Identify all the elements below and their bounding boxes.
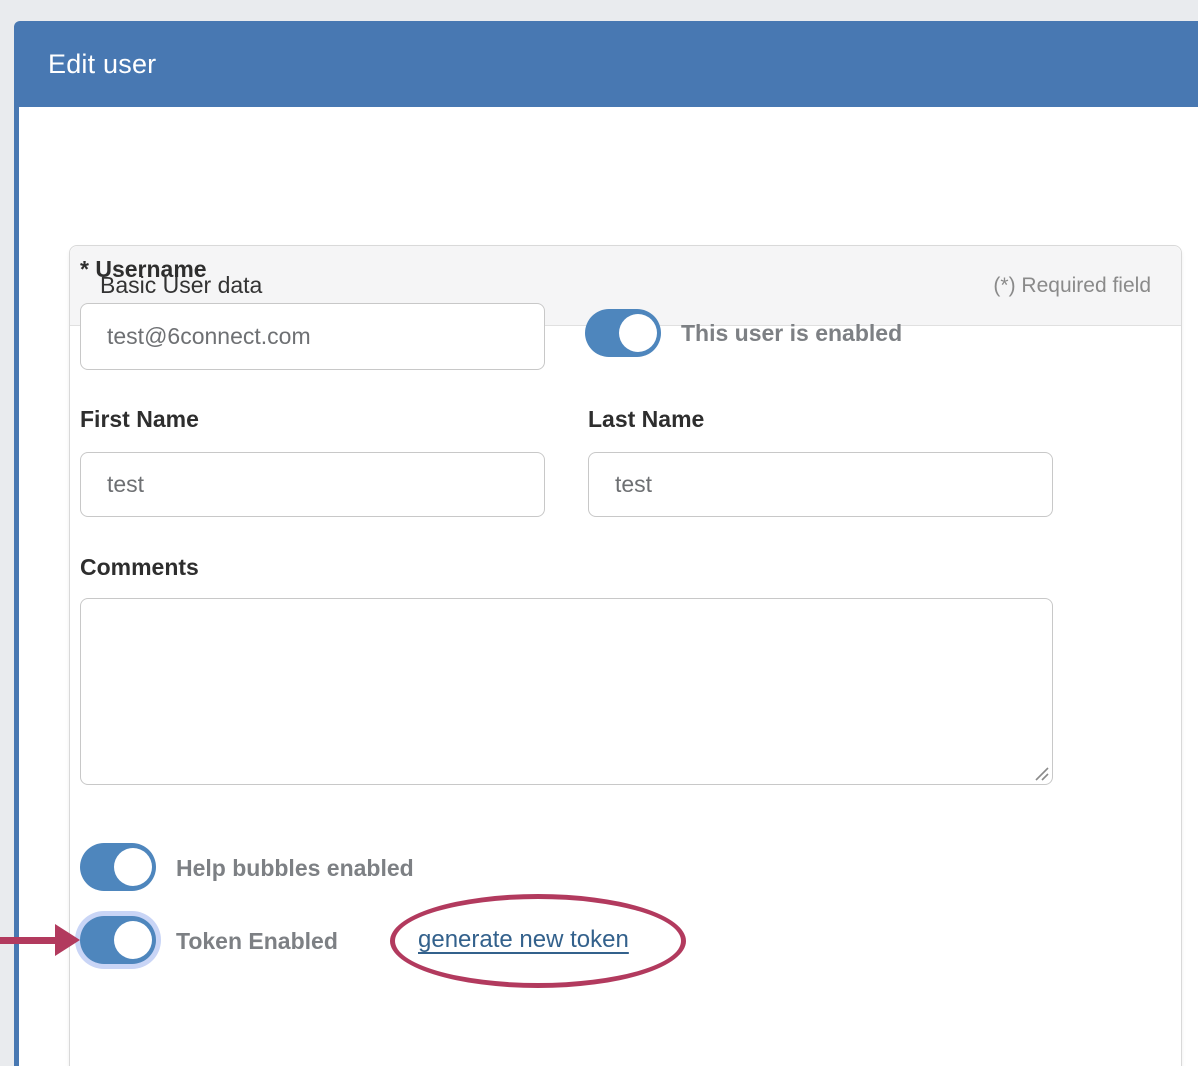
modal-title: Edit user [48,49,156,80]
edit-user-modal-body: Basic User data (*) Required field [14,107,1198,1066]
help-bubbles-label: Help bubbles enabled [176,855,414,882]
toggle-knob [114,921,152,959]
generate-new-token-link[interactable]: generate new token [418,926,629,954]
page-background: Edit user Basic User data (*) Required f… [0,0,1198,1066]
last-name-input[interactable] [588,452,1053,517]
last-name-label: Last Name [588,406,704,433]
comments-label: Comments [80,554,199,581]
first-name-label: First Name [80,406,199,433]
token-enabled-label: Token Enabled [176,928,338,955]
user-enabled-toggle[interactable] [585,309,661,357]
token-enabled-toggle[interactable] [80,916,156,964]
toggle-knob [114,848,152,886]
username-input[interactable] [80,303,545,370]
toggle-knob [619,314,657,352]
username-label: * Username [80,256,207,283]
edit-user-modal-header: Edit user [14,21,1198,107]
first-name-input[interactable] [80,452,545,517]
user-enabled-label: This user is enabled [681,320,902,347]
help-bubbles-toggle[interactable] [80,843,156,891]
comments-textarea[interactable] [80,598,1053,785]
required-field-note: (*) Required field [993,274,1151,298]
